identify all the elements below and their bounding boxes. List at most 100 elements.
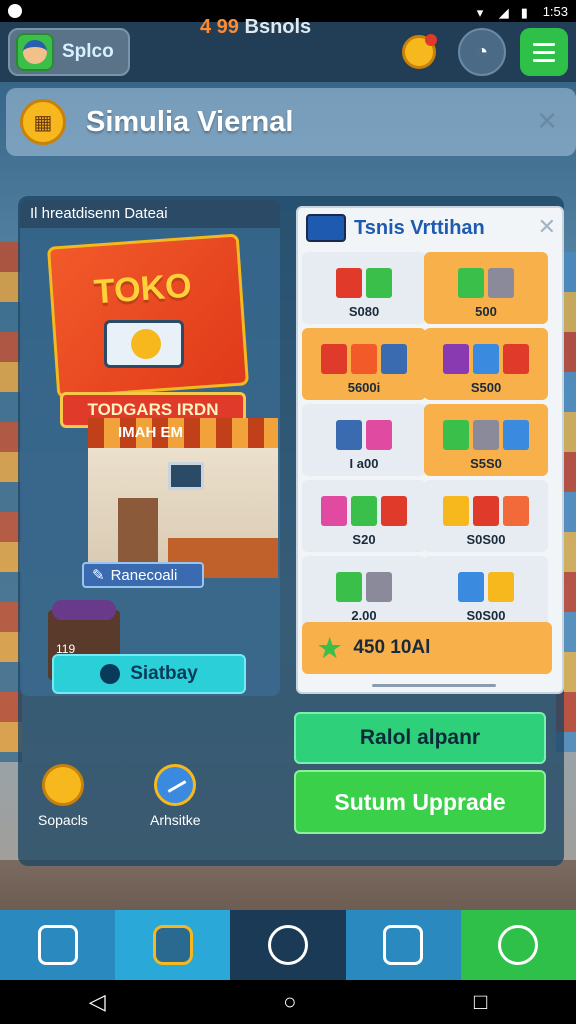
product-box-icon <box>366 268 392 298</box>
product-box-icon <box>488 268 514 298</box>
product-box-icon <box>443 420 469 450</box>
player-profile[interactable]: Splco <box>8 28 130 76</box>
nav-star[interactable] <box>230 910 345 980</box>
nav-settings[interactable] <box>460 910 576 980</box>
product-box-icon <box>336 420 362 450</box>
store-logo: TOKO <box>92 266 193 312</box>
items-panel-icon <box>306 214 346 242</box>
item-price: I a00 <box>349 456 379 471</box>
product-box-icon <box>336 268 362 298</box>
item-price: S0S00 <box>466 608 506 623</box>
product-box-icon <box>458 268 484 298</box>
product-box-icon <box>366 420 392 450</box>
product-box-icon <box>366 572 392 602</box>
close-icon[interactable]: ✕ <box>538 214 556 240</box>
product-box-icon <box>443 344 469 374</box>
product-box-icon <box>458 572 484 602</box>
store-item[interactable]: 500 <box>424 252 548 324</box>
store-item[interactable]: I a00 <box>302 404 426 476</box>
wifi-icon: ▾ <box>476 5 484 20</box>
scrollbar[interactable] <box>372 684 496 687</box>
product-box-icon <box>443 496 469 526</box>
total-value: 450 10Al <box>353 637 431 658</box>
product-box-icon <box>473 420 499 450</box>
start-button-label: Siatbay <box>130 663 198 684</box>
coin-notification-icon[interactable] <box>402 34 437 69</box>
items-panel-header: Tsnis Vrttihan <box>306 214 485 242</box>
store-billboard <box>46 233 250 399</box>
product-box-icon <box>503 344 529 374</box>
nav-coin-shop[interactable] <box>115 910 231 980</box>
discount-tag[interactable]: ✎ Ranecoali <box>82 562 204 588</box>
store-item[interactable]: S080 <box>302 252 426 324</box>
home-icon[interactable]: ○ <box>283 989 296 1015</box>
store-item[interactable]: S0S00 <box>424 556 548 628</box>
product-box-icon <box>321 496 347 526</box>
store-item[interactable]: S0S00 <box>424 480 548 552</box>
supplies-shortcut[interactable]: Sopacls <box>38 764 88 828</box>
star-gear-icon <box>268 925 308 965</box>
title-panel: ▦ Simulia Viernal ✕ <box>6 88 576 156</box>
store-item[interactable]: S20 <box>302 480 426 552</box>
shop-sign: IMAH EM <box>118 424 183 441</box>
shopfront-illustration: IMAH EM <box>88 418 278 578</box>
settings-gear-icon <box>498 925 539 965</box>
store-item[interactable]: S500 <box>424 328 548 400</box>
product-box-icon <box>351 496 377 526</box>
player-name: Splco <box>62 41 114 62</box>
tools-icon <box>37 925 78 965</box>
bottom-nav <box>0 910 576 980</box>
item-price: S0S00 <box>466 532 506 547</box>
analytics-label: Arhsitke <box>150 812 201 828</box>
item-price: 5600i <box>347 380 381 395</box>
avatar <box>16 33 54 71</box>
bonus-display: 4 99 Bsnols <box>200 16 311 39</box>
coin-shop-icon <box>152 925 193 965</box>
product-box-icon <box>321 344 347 374</box>
bonus-amount: 4 99 <box>200 16 239 38</box>
primary-action-button[interactable]: Ralol alpanr <box>294 712 546 764</box>
play-icon <box>100 664 121 684</box>
product-box-icon <box>381 344 407 374</box>
star-icon: ★ <box>318 632 342 663</box>
product-box-icon <box>351 344 377 374</box>
item-price: S500 <box>470 380 502 395</box>
hamburger-menu-button[interactable] <box>520 28 568 76</box>
store-badge-icon: ▦ <box>20 99 66 145</box>
product-box-icon <box>473 344 499 374</box>
start-button[interactable]: Siatbay <box>52 654 246 694</box>
items-panel-title: Tsnis Vrttihan <box>354 216 485 239</box>
product-box-icon <box>473 496 499 526</box>
store-item[interactable]: S5S0 <box>424 404 548 476</box>
battery-icon: ▮ <box>520 5 528 20</box>
store-item[interactable]: 5600i <box>302 328 426 400</box>
analytics-shortcut[interactable]: Arhsitke <box>150 764 201 828</box>
discount-tag-label: Ranecoali <box>110 566 178 584</box>
back-icon[interactable]: ◁ <box>89 989 106 1015</box>
tag-icon: ✎ <box>92 567 105 584</box>
recents-icon[interactable]: □ <box>474 989 487 1015</box>
coin-stack-icon <box>41 764 84 806</box>
item-price: 500 <box>475 304 497 319</box>
billboard-screen-icon <box>104 320 184 368</box>
store-card-header: Il hreatdisenn Dateai <box>20 200 280 228</box>
dashboard-gauge-icon[interactable]: ◔ <box>458 28 506 76</box>
close-icon[interactable]: ✕ <box>536 106 558 137</box>
upgrade-button[interactable]: Sutum Upprade <box>294 770 546 834</box>
store-item[interactable]: 2.00 <box>302 556 426 628</box>
app-notification-icon <box>8 4 22 18</box>
product-box-icon <box>503 496 529 526</box>
item-price: S5S0 <box>470 456 502 471</box>
item-price: S20 <box>352 532 376 547</box>
nav-store[interactable] <box>345 910 461 980</box>
product-box-icon <box>381 496 407 526</box>
store-icon <box>383 925 424 965</box>
analytics-icon <box>154 764 197 806</box>
product-box-icon <box>503 420 529 450</box>
nav-tools[interactable] <box>0 910 116 980</box>
supplies-label: Sopacls <box>38 812 88 828</box>
total-bar[interactable]: ★ 450 10Al <box>302 622 552 674</box>
page-title: Simulia Viernal <box>86 105 294 138</box>
product-box-icon <box>336 572 362 602</box>
android-navigation-bar: ◁ ○ □ <box>0 980 576 1024</box>
